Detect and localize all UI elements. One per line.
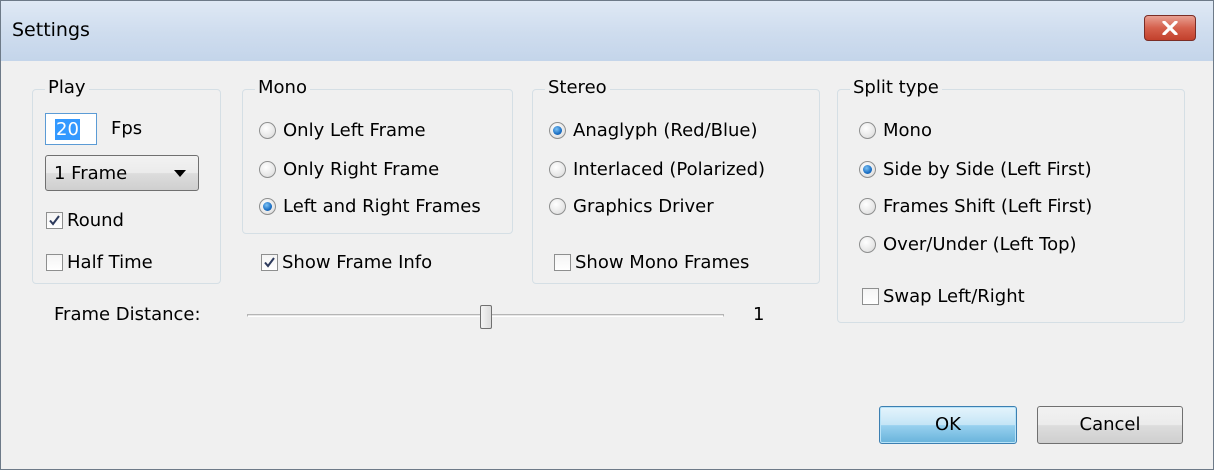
half-time-checkbox[interactable]: Half Time	[46, 250, 153, 274]
swap-left-right-label: Swap Left/Right	[883, 285, 1025, 307]
radio-label: Left and Right Frames	[283, 195, 481, 217]
show-frame-info-checkbox[interactable]: Show Frame Info	[261, 250, 432, 274]
round-checkbox-box	[46, 211, 63, 229]
radio-indicator	[859, 160, 876, 178]
radio-indicator	[549, 160, 566, 178]
radio-left-and-right-frames[interactable]: Left and Right Frames	[259, 194, 481, 218]
radio-split-mono[interactable]: Mono	[859, 118, 932, 142]
radio-indicator	[859, 235, 876, 253]
radio-label: Over/Under (Left Top)	[883, 233, 1077, 255]
radio-label: Interlaced (Polarized)	[573, 158, 766, 180]
radio-indicator	[859, 121, 876, 139]
title-bar[interactable]: Settings	[1, 1, 1213, 61]
frame-distance-slider-thumb[interactable]	[480, 305, 492, 329]
frame-select[interactable]: 1 Frame	[45, 155, 199, 191]
radio-indicator	[259, 197, 276, 215]
half-time-checkbox-box	[46, 253, 63, 271]
radio-label: Side by Side (Left First)	[883, 158, 1092, 180]
close-button[interactable]	[1144, 15, 1196, 41]
fps-input[interactable]: 20	[45, 113, 97, 145]
show-frame-info-label: Show Frame Info	[282, 251, 433, 273]
cancel-button[interactable]: Cancel	[1037, 406, 1183, 444]
checkmark-icon	[49, 214, 60, 226]
round-label: Round	[67, 209, 124, 231]
radio-only-left-frame[interactable]: Only Left Frame	[259, 118, 426, 142]
radio-label: Only Left Frame	[283, 119, 426, 141]
fps-value: 20	[55, 119, 80, 140]
settings-window: Settings Play 20 Fps 1 Frame Round Half …	[0, 0, 1214, 470]
radio-anaglyph[interactable]: Anaglyph (Red/Blue)	[549, 118, 758, 142]
frame-distance-value: 1	[753, 304, 765, 325]
radio-indicator	[259, 160, 276, 178]
radio-label: Frames Shift (Left First)	[883, 195, 1093, 217]
frame-select-value: 1 Frame	[54, 163, 128, 184]
swap-left-right-checkbox-box	[862, 287, 879, 305]
radio-label: Graphics Driver	[573, 195, 714, 217]
radio-indicator	[859, 197, 876, 215]
checkmark-icon	[264, 256, 275, 268]
dialog-body: Play 20 Fps 1 Frame Round Half Time Mono…	[9, 61, 1205, 461]
radio-indicator	[549, 197, 566, 215]
fps-label: Fps	[111, 118, 143, 139]
chevron-down-icon	[174, 170, 186, 177]
swap-left-right-checkbox[interactable]: Swap Left/Right	[862, 284, 1025, 308]
radio-graphics-driver[interactable]: Graphics Driver	[549, 194, 714, 218]
radio-interlaced[interactable]: Interlaced (Polarized)	[549, 157, 765, 181]
radio-label: Anaglyph (Red/Blue)	[573, 119, 758, 141]
split-type-group-title: Split type	[850, 77, 942, 98]
mono-group-title: Mono	[255, 77, 310, 98]
stereo-group-title: Stereo	[545, 77, 610, 98]
half-time-label: Half Time	[67, 251, 153, 273]
radio-label: Mono	[883, 119, 932, 141]
radio-indicator	[549, 121, 566, 139]
frame-distance-label: Frame Distance:	[54, 304, 201, 325]
radio-only-right-frame[interactable]: Only Right Frame	[259, 157, 439, 181]
radio-over-under[interactable]: Over/Under (Left Top)	[859, 232, 1077, 256]
play-group-title: Play	[45, 77, 89, 98]
round-checkbox[interactable]: Round	[46, 208, 124, 232]
window-title: Settings	[12, 19, 90, 41]
show-mono-frames-checkbox[interactable]: Show Mono Frames	[554, 250, 749, 274]
radio-indicator	[259, 121, 276, 139]
radio-side-by-side[interactable]: Side by Side (Left First)	[859, 157, 1092, 181]
ok-button[interactable]: OK	[879, 406, 1017, 444]
show-mono-frames-label: Show Mono Frames	[575, 251, 750, 273]
radio-frames-shift[interactable]: Frames Shift (Left First)	[859, 194, 1092, 218]
radio-label: Only Right Frame	[283, 158, 440, 180]
show-frame-info-checkbox-box	[261, 253, 278, 271]
close-icon	[1162, 21, 1178, 35]
show-mono-frames-checkbox-box	[554, 253, 571, 271]
